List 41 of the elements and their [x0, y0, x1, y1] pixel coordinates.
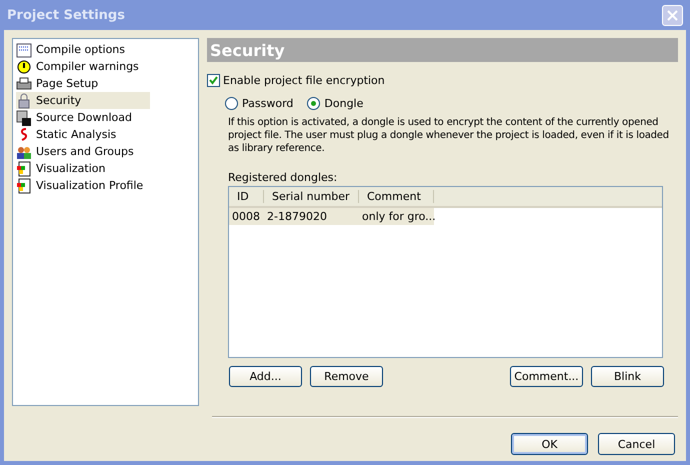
- radio-button[interactable]: [307, 97, 320, 110]
- table-label: Registered dongles:: [228, 171, 338, 184]
- padlock-icon: [16, 92, 32, 108]
- column-header[interactable]: Comment: [359, 190, 434, 203]
- category-item[interactable]: Security: [16, 92, 150, 109]
- radio-label: Dongle: [324, 97, 364, 110]
- column-header[interactable]: ID: [229, 190, 264, 203]
- table-cell-text: only for gro...: [361, 209, 434, 225]
- action-button[interactable]: Blink: [591, 366, 664, 387]
- section-title: Security: [207, 38, 678, 62]
- category-item[interactable]: Compile options: [16, 41, 150, 58]
- category-item[interactable]: Static Analysis: [16, 126, 150, 143]
- grid-icon: [16, 42, 32, 58]
- window-title: Project Settings: [7, 8, 125, 22]
- category-item[interactable]: Visualization: [16, 160, 150, 177]
- category-item[interactable]: Visualization Profile: [16, 177, 150, 194]
- checkbox-label: Enable project file encryption: [223, 74, 385, 87]
- close-button[interactable]: [662, 4, 683, 26]
- close-icon: [667, 10, 678, 20]
- encryption-checkbox[interactable]: [207, 74, 220, 87]
- radio-label: Password: [242, 97, 294, 110]
- description-text: If this option is activated, a dongle is used to encrypt the content of the currently opened project file. The user must plug a dongle whenever the project is loaded, even if it is loaded as library reference.: [228, 116, 670, 155]
- radio-button[interactable]: [225, 97, 238, 110]
- floppy-icon: [16, 110, 32, 126]
- column-header[interactable]: Serial number: [264, 190, 359, 203]
- document-icon: [16, 178, 32, 194]
- action-button[interactable]: Comment...: [510, 366, 583, 387]
- table-cell-text: 2-1879020: [266, 209, 328, 225]
- dialog-button[interactable]: Cancel: [598, 433, 675, 455]
- category-item[interactable]: Page Setup: [16, 75, 150, 92]
- table-cell-text: 0008: [231, 209, 261, 225]
- printer-icon: [16, 76, 32, 92]
- action-button[interactable]: Add...: [229, 366, 302, 387]
- dialog-button[interactable]: OK: [511, 433, 588, 455]
- warning-icon: [16, 58, 32, 74]
- category-item[interactable]: Source Download: [16, 109, 150, 126]
- table-row[interactable]: 0008 2-1879020 only for gro...: [229, 208, 434, 225]
- category-item[interactable]: Users and Groups: [16, 143, 150, 160]
- document-icon: [16, 160, 32, 176]
- action-button[interactable]: Remove: [310, 366, 383, 387]
- category-item[interactable]: Compiler warnings: [16, 58, 150, 75]
